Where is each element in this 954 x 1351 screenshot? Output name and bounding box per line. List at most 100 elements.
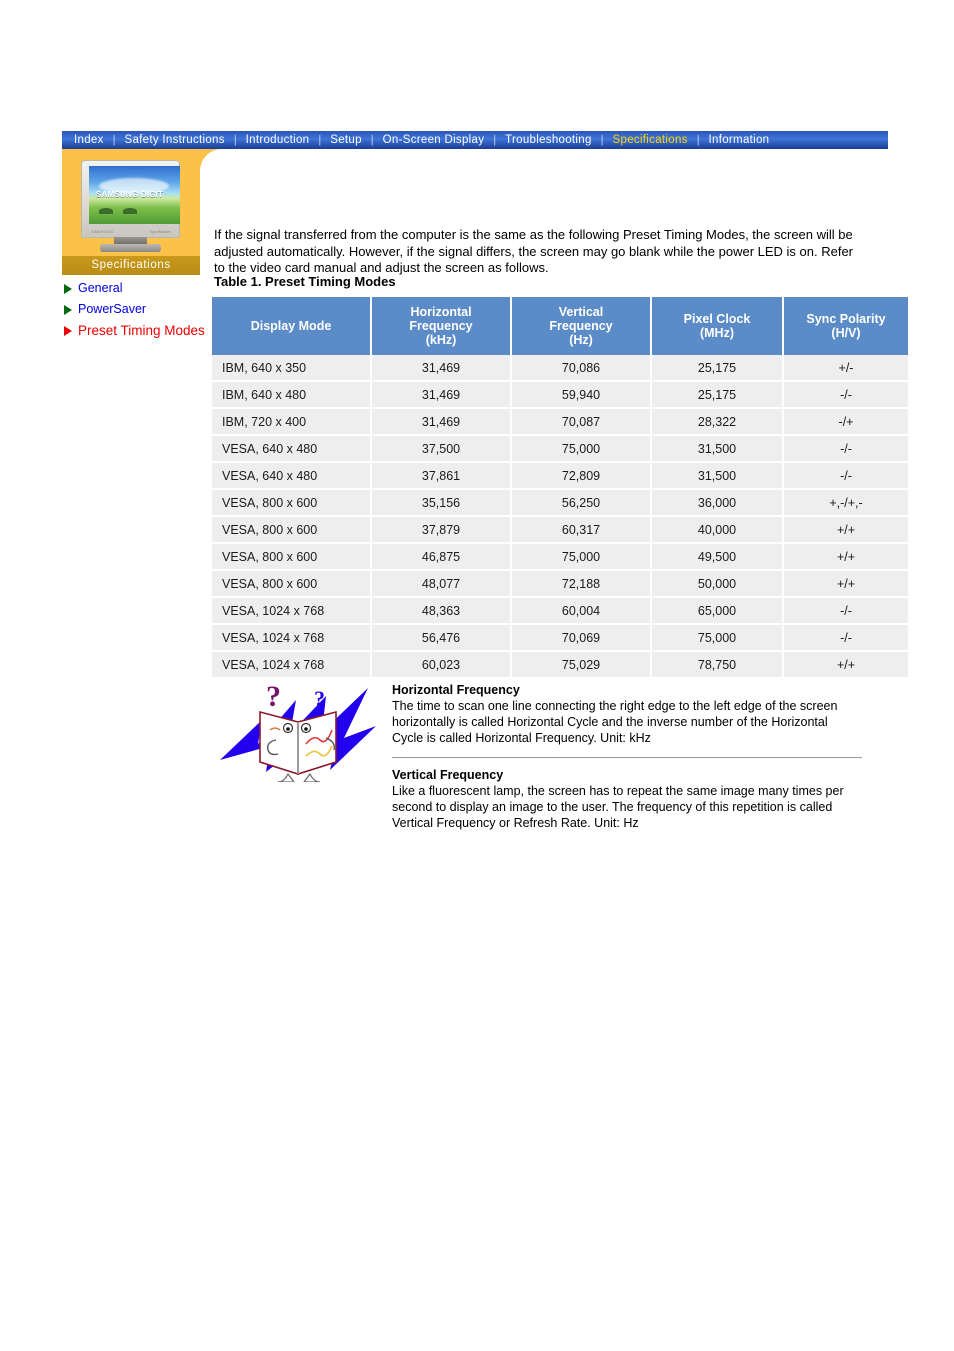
table-row: VESA, 640 x 480 37,500 75,000 31,500 -/- (212, 435, 908, 463)
table-cell-mode: IBM, 640 x 350 (212, 355, 372, 382)
table-cell-vfreq: 56,250 (511, 489, 652, 517)
intro-paragraph: If the signal transferred from the compu… (214, 227, 854, 275)
table-cell-hfreq: 31,469 (371, 355, 512, 382)
sidebar-item-label: General (78, 281, 123, 295)
nav-item-information[interactable]: Information (700, 131, 779, 149)
table-row: VESA, 800 x 600 37,879 60,317 40,000 +/+ (212, 516, 908, 544)
table-cell-pclock: 25,175 (651, 355, 784, 382)
main-navigation-bar: Index | Safety Instructions | Introduction | S… (62, 131, 888, 149)
sidebar-item-preset-timing-modes[interactable]: Preset Timing Modes (64, 323, 214, 339)
table-cell-hfreq: 31,469 (371, 381, 512, 409)
preset-timing-modes-table: Display Mode Horizontal Frequency (kHz) Vert… (212, 297, 908, 677)
header-line: Pixel Clock (683, 312, 751, 326)
table-column-header: Sync Polarity (H/V) (783, 297, 908, 355)
table-cell-mode: VESA, 1024 x 768 (212, 651, 372, 677)
table-column-header: Vertical Frequency (Hz) (511, 297, 652, 355)
monitor-stand-base (100, 244, 161, 252)
table-cell-pclock: 75,000 (651, 624, 784, 652)
nav-item-on-screen-display[interactable]: On-Screen Display (374, 131, 494, 149)
table-cell-vfreq: 70,069 (511, 624, 652, 652)
table-cell-hfreq: 48,363 (371, 597, 512, 625)
section-divider (392, 757, 862, 758)
book-left-page (259, 710, 299, 776)
book-right-page (297, 710, 337, 776)
table-cell-sync: -/- (783, 624, 908, 652)
nav-item-setup[interactable]: Setup (321, 131, 371, 149)
table-cell-sync: +/+ (783, 543, 908, 571)
monitor-screen-text: SAMSUNG DIGIT (96, 190, 164, 199)
table-cell-hfreq: 31,469 (371, 408, 512, 436)
table-caption: Table 1. Preset Timing Modes (214, 274, 396, 289)
table-cell-pclock: 40,000 (651, 516, 784, 544)
table-row: VESA, 640 x 480 37,861 72,809 31,500 -/- (212, 462, 908, 490)
question-mark-small: ? (314, 686, 325, 711)
table-cell-sync: -/- (783, 381, 908, 409)
table-cell-vfreq: 70,086 (511, 355, 652, 382)
table-row: IBM, 640 x 350 31,469 70,086 25,175 +/- (212, 355, 908, 382)
monitor-model-text: SyncMaster (149, 229, 171, 234)
table-cell-pclock: 78,750 (651, 651, 784, 677)
arrow-right-icon (64, 305, 72, 315)
table-cell-hfreq: 46,875 (371, 543, 512, 571)
nav-item-safety-instructions[interactable]: Safety Instructions (116, 131, 234, 149)
table-cell-mode: VESA, 800 x 600 (212, 543, 372, 571)
table-cell-sync: -/- (783, 462, 908, 490)
monitor-brand-text: SAMSUNG (91, 229, 114, 234)
frequency-notes: Horizontal Frequency The time to scan one… (392, 683, 862, 831)
table-header: Display Mode Horizontal Frequency (kHz) Vert… (212, 297, 908, 355)
table-cell-vfreq: 60,317 (511, 516, 652, 544)
table-cell-pclock: 31,500 (651, 462, 784, 490)
nav-item-troubleshooting[interactable]: Troubleshooting (496, 131, 601, 149)
table-cell-mode: VESA, 800 x 600 (212, 516, 372, 544)
table-row: VESA, 1024 x 768 56,476 70,069 75,000 -/- (212, 624, 908, 652)
table-cell-pclock: 25,175 (651, 381, 784, 409)
arrow-right-icon (64, 326, 72, 336)
sidebar-item-general[interactable]: General (64, 281, 214, 296)
book-character-illustration-icon: ? ? (218, 682, 383, 782)
table-header-row: Display Mode Horizontal Frequency (kHz) Vert… (212, 297, 908, 355)
table-cell-pclock: 28,322 (651, 408, 784, 436)
table-cell-vfreq: 60,004 (511, 597, 652, 625)
table-cell-mode: IBM, 720 x 400 (212, 408, 372, 436)
table-row: VESA, 1024 x 768 60,023 75,029 78,750 +/+ (212, 651, 908, 677)
header-line: Frequency (409, 319, 473, 333)
table-cell-hfreq: 37,879 (371, 516, 512, 544)
table-row: IBM, 720 x 400 31,469 70,087 28,322 -/+ (212, 408, 908, 436)
table-cell-mode: VESA, 1024 x 768 (212, 597, 372, 625)
table-row: VESA, 800 x 600 46,875 75,000 49,500 +/+ (212, 543, 908, 571)
table-cell-sync: -/+ (783, 408, 908, 436)
table-cell-mode: IBM, 640 x 480 (212, 381, 372, 409)
table-cell-mode: VESA, 800 x 600 (212, 570, 372, 598)
table-cell-hfreq: 35,156 (371, 489, 512, 517)
header-line: Frequency (549, 319, 613, 333)
header-line: (kHz) (425, 333, 457, 347)
table-cell-mode: VESA, 1024 x 768 (212, 624, 372, 652)
header-line: Sync Polarity (806, 312, 886, 326)
pupil-left (286, 727, 290, 731)
monitor-screen: SAMSUNG DIGIT (89, 166, 180, 224)
table-cell-sync: +,-/+,- (783, 489, 908, 517)
nav-item-specifications[interactable]: Specifications (604, 131, 697, 149)
arrow-right-icon (64, 284, 72, 294)
note-body: Like a fluorescent lamp, the screen has … (392, 784, 844, 830)
sidebar-section-label: Specifications (62, 256, 200, 275)
table-cell-sync: -/- (783, 597, 908, 625)
table-cell-mode: VESA, 800 x 600 (212, 489, 372, 517)
table-cell-vfreq: 75,029 (511, 651, 652, 677)
sidebar-panel-corner (200, 149, 222, 171)
header-line: Vertical (558, 305, 604, 319)
table-cell-vfreq: 75,000 (511, 543, 652, 571)
nav-item-index[interactable]: Index (62, 131, 113, 149)
monitor-bezel: SAMSUNG DIGIT SAMSUNG SyncMaster (81, 160, 180, 238)
table-column-header: Display Mode (212, 297, 372, 355)
nav-item-introduction[interactable]: Introduction (237, 131, 319, 149)
foot-left (277, 772, 295, 782)
table-cell-hfreq: 56,476 (371, 624, 512, 652)
table-row: VESA, 800 x 600 48,077 72,188 50,000 +/+ (212, 570, 908, 598)
table-cell-pclock: 31,500 (651, 435, 784, 463)
table-cell-vfreq: 75,000 (511, 435, 652, 463)
sidebar-item-powersaver[interactable]: PowerSaver (64, 302, 214, 317)
note-title: Vertical Frequency (392, 768, 504, 782)
table-cell-pclock: 49,500 (651, 543, 784, 571)
header-line: (MHz) (699, 326, 734, 340)
